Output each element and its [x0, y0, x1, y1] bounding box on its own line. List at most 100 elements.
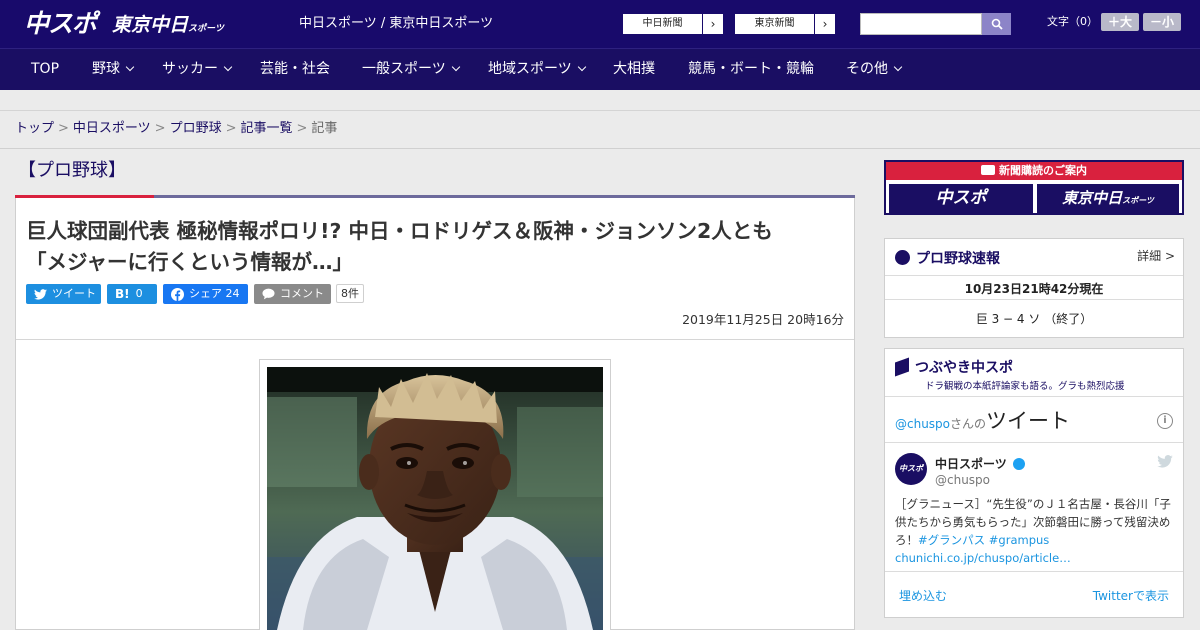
comment-label: コメント: [280, 287, 324, 300]
comment-button[interactable]: コメント: [254, 284, 331, 304]
tokyo-shimbun-link[interactable]: 東京新聞 ›: [734, 13, 836, 35]
view-on-twitter-link[interactable]: Twitterで表示: [1093, 587, 1169, 604]
breadcrumb-top[interactable]: トップ: [15, 121, 54, 136]
nav-item-baseball[interactable]: 野球: [92, 49, 135, 90]
subscription-banner[interactable]: 新聞購読のご案内 中スポ 東京中日スポーツ: [884, 160, 1184, 215]
tokyo-chunichi-logo[interactable]: 東京中日スポーツ: [112, 13, 224, 41]
info-icon[interactable]: i: [1157, 413, 1173, 429]
tweet-body: ［グラニュース］“先生役”のＪ１名古屋・長谷川「子供たちから勇気もらった」次節磐…: [895, 495, 1175, 567]
chevron-right-icon: ›: [822, 17, 828, 31]
hatena-bookmark-button[interactable]: B! 0: [107, 284, 157, 304]
chuspo-logo[interactable]: 中スポ: [24, 10, 97, 38]
chevron-down-icon: [577, 62, 586, 72]
search-button[interactable]: [982, 13, 1011, 35]
hashtag-link[interactable]: #グランパス: [918, 533, 985, 547]
timeline-heading: @chuspoさんのツイート: [895, 405, 1070, 435]
timeline-handle-suffix: さんの: [950, 417, 987, 431]
twitter-bird-icon: [34, 288, 47, 300]
nav-label: 野球: [92, 61, 120, 77]
breadcrumb-separator: >: [296, 121, 308, 136]
main-nav: TOP 野球 サッカー 芸能・社会 一般スポーツ 地域スポーツ 大相撲 競馬・ボ…: [0, 48, 1200, 90]
search-icon: [991, 18, 1003, 30]
nav-label: その他: [846, 61, 888, 77]
row-divider: [885, 275, 1183, 276]
tweet-label: ツイート: [52, 287, 96, 300]
baseball-timestamp: 10月23日21時42分現在: [964, 282, 1104, 296]
embed-link[interactable]: 埋め込む: [899, 587, 947, 604]
nav-label: サッカー: [162, 61, 218, 77]
account-name[interactable]: 中日スポーツ: [935, 455, 1025, 472]
row-divider: [885, 396, 1183, 397]
chevron-down-icon: [125, 62, 135, 72]
subscribe-tokyo-label: 東京中日: [1062, 189, 1123, 207]
font-larger-button[interactable]: ＋大: [1101, 13, 1139, 31]
subscription-banner-header: 新聞購読のご案内: [886, 162, 1182, 180]
comment-count-badge: 8件: [336, 284, 364, 303]
account-name-text: 中日スポーツ: [935, 457, 1007, 471]
chevron-down-icon: [223, 62, 233, 72]
account-handle[interactable]: @chuspo: [935, 473, 990, 487]
font-size-label: 文字（0）: [1047, 15, 1098, 28]
facebook-count: 24: [225, 287, 240, 300]
breadcrumb-current: 記事: [311, 121, 338, 136]
article-header-divider: [16, 339, 854, 340]
megaphone-icon: [895, 357, 909, 377]
nav-label: 大相撲: [613, 61, 655, 77]
tokyo-logo-text: 東京中日: [112, 14, 189, 36]
game-score[interactable]: 巨 3 − 4 ソ （終了）: [885, 310, 1183, 327]
nav-label: TOP: [31, 61, 60, 77]
hatena-count: 0: [135, 287, 143, 300]
tokyo-logo-small: スポーツ: [188, 24, 224, 34]
chunichi-shimbun-link[interactable]: 中日新聞 ›: [622, 13, 724, 35]
breadcrumb: トップ > 中日スポーツ > プロ野球 > 記事一覧 > 記事: [15, 121, 337, 137]
nav-item-soccer[interactable]: サッカー: [162, 49, 233, 90]
tsubuyaki-title: つぶやき中スポ: [895, 357, 1013, 377]
tsubuyaki-subtitle: ドラ観戦の本紙評論家も語る。グラも熱烈応援: [925, 381, 1125, 392]
search-input[interactable]: [860, 13, 982, 35]
headline-line-1: 巨人球団副代表 極秘情報ポロリ!? 中日・ロドリゲス＆阪神・ジョンソン2人とも: [26, 219, 773, 243]
timeline-handle[interactable]: @chuspo: [895, 417, 950, 431]
chevron-down-icon: [893, 62, 903, 72]
tweet-button[interactable]: ツイート: [26, 284, 101, 304]
subscribe-chuspo-button[interactable]: 中スポ: [889, 184, 1033, 213]
facebook-icon: [171, 287, 184, 301]
article-photo[interactable]: [267, 367, 603, 630]
facebook-share-button[interactable]: シェア 24: [163, 284, 248, 304]
nav-item-top[interactable]: TOP: [31, 49, 59, 90]
nav-item-others[interactable]: その他: [846, 49, 903, 90]
speech-bubble-icon: [262, 288, 275, 300]
article-date: 2019年11月25日 20時16分: [682, 312, 844, 327]
font-smaller-button[interactable]: －小: [1143, 13, 1181, 31]
headline-line-2: 「メジャーに行くという情報が…」: [26, 250, 353, 274]
hashtag-link[interactable]: #grampus: [989, 533, 1050, 547]
site-header: 中スポ 東京中日スポーツ 中日スポーツ / 東京中日スポーツ 中日新聞 › 東京…: [0, 0, 1200, 48]
verified-badge-icon: [1012, 458, 1025, 470]
breadcrumb-pro-baseball[interactable]: プロ野球: [170, 121, 222, 136]
twitter-timeline-box: つぶやき中スポ ドラ観戦の本紙評論家も語る。グラも熱烈応援 @chuspoさんの…: [884, 348, 1184, 618]
timeline-tweets-word: ツイート: [986, 409, 1071, 433]
paper-link-label: 中日新聞: [623, 14, 703, 34]
baseball-flash-title: プロ野球速報: [895, 248, 1000, 268]
row-divider: [885, 299, 1183, 300]
breadcrumb-article-list[interactable]: 記事一覧: [241, 121, 293, 136]
nav-item-general-sports[interactable]: 一般スポーツ: [362, 49, 460, 90]
nav-label: 芸能・社会: [260, 61, 330, 77]
breadcrumb-separator: >: [225, 121, 237, 136]
row-divider: [885, 442, 1183, 443]
site-subtitle: 中日スポーツ / 東京中日スポーツ: [299, 16, 494, 31]
baseball-detail-link[interactable]: 詳細 >: [1137, 247, 1175, 264]
nav-item-regional-sports[interactable]: 地域スポーツ: [488, 49, 586, 90]
player-photo-image: [267, 367, 603, 630]
facebook-label: シェア: [189, 287, 222, 300]
tweet-url-link[interactable]: chunichi.co.jp/chuspo/article…: [895, 551, 1071, 565]
avatar[interactable]: 中スポ: [895, 453, 927, 485]
twitter-bird-icon[interactable]: [1157, 455, 1173, 468]
row-divider: [885, 571, 1183, 572]
subscribe-tokyo-chunichi-button[interactable]: 東京中日スポーツ: [1037, 184, 1179, 213]
nav-item-entertainment[interactable]: 芸能・社会: [260, 49, 330, 90]
nav-item-sumo[interactable]: 大相撲: [613, 49, 655, 90]
breadcrumb-separator: >: [154, 121, 166, 136]
breadcrumb-chunichi-sports[interactable]: 中日スポーツ: [73, 121, 151, 136]
nav-item-keiba[interactable]: 競馬・ボート・競輪: [688, 49, 814, 90]
nav-label: 地域スポーツ: [488, 61, 572, 77]
